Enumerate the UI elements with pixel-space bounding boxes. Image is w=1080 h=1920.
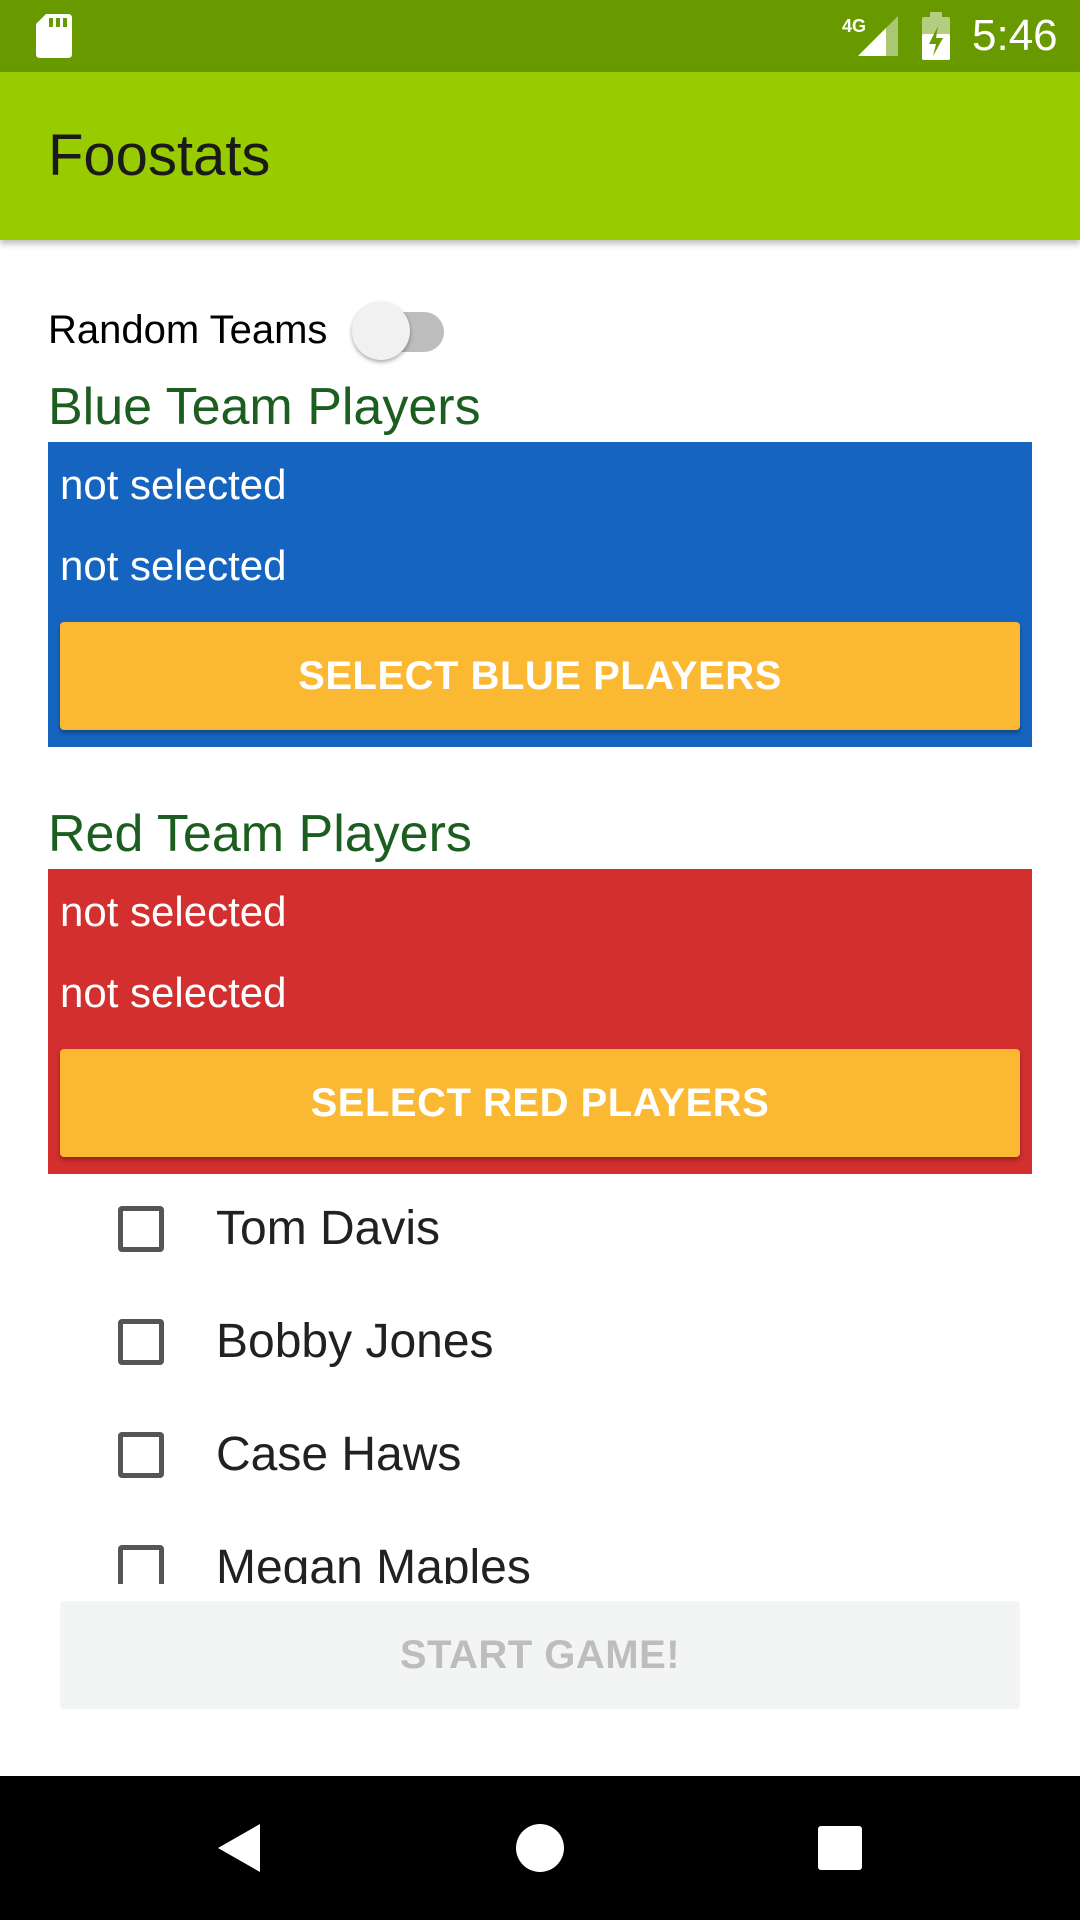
blue-player-slot-1: not selected: [60, 461, 287, 508]
player-list[interactable]: Tom Davis Bobby Jones Case Haws Megan Ma…: [0, 1174, 1080, 1584]
status-clock: 5:46: [972, 11, 1058, 60]
player-name: Bobby Jones: [216, 1315, 494, 1368]
select-red-players-button[interactable]: SELECT RED PLAYERS: [60, 1049, 1020, 1157]
sd-card-icon: [36, 14, 72, 58]
recents-icon[interactable]: [804, 1812, 876, 1884]
red-team-heading: Red Team Players: [48, 805, 472, 863]
battery-icon: [922, 12, 950, 60]
start-game-button[interactable]: START GAME!: [60, 1601, 1020, 1709]
player-checkbox[interactable]: [118, 1206, 164, 1252]
random-teams-label: Random Teams: [48, 308, 328, 352]
home-icon[interactable]: [504, 1812, 576, 1884]
player-row-bobby-jones[interactable]: Bobby Jones: [0, 1287, 1080, 1400]
player-checkbox[interactable]: [118, 1319, 164, 1365]
switch-thumb[interactable]: [352, 302, 410, 360]
player-checkbox[interactable]: [118, 1545, 164, 1584]
player-name: Case Haws: [216, 1428, 462, 1481]
random-teams-switch[interactable]: [352, 298, 448, 360]
back-icon[interactable]: [204, 1812, 276, 1884]
player-checkbox[interactable]: [118, 1432, 164, 1478]
player-name: Megan Maples: [216, 1541, 531, 1584]
navigation-bar: [0, 1776, 1080, 1920]
red-player-slot-2: not selected: [60, 969, 287, 1016]
blue-player-slot-2: not selected: [60, 542, 287, 589]
signal-icon: 4G: [842, 16, 898, 56]
blue-team-heading: Blue Team Players: [48, 378, 481, 436]
blue-team-panel: not selected not selected SELECT BLUE PL…: [48, 442, 1032, 747]
status-bar: 4G 5:46: [0, 0, 1080, 72]
app-screen: 4G 5:46 Foostats Random Teams Blue Team …: [0, 0, 1080, 1920]
app-title: Foostats: [48, 123, 271, 188]
red-team-panel: not selected not selected SELECT RED PLA…: [48, 869, 1032, 1174]
player-row-megan-maples[interactable]: Megan Maples: [0, 1513, 1080, 1584]
red-player-slot-1: not selected: [60, 888, 287, 935]
network-type-label: 4G: [842, 16, 866, 36]
player-row-case-haws[interactable]: Case Haws: [0, 1400, 1080, 1513]
select-blue-players-button[interactable]: SELECT BLUE PLAYERS: [60, 622, 1020, 730]
player-row-tom-davis[interactable]: Tom Davis: [0, 1174, 1080, 1287]
app-bar: Foostats: [0, 72, 1080, 240]
player-name: Tom Davis: [216, 1202, 441, 1255]
